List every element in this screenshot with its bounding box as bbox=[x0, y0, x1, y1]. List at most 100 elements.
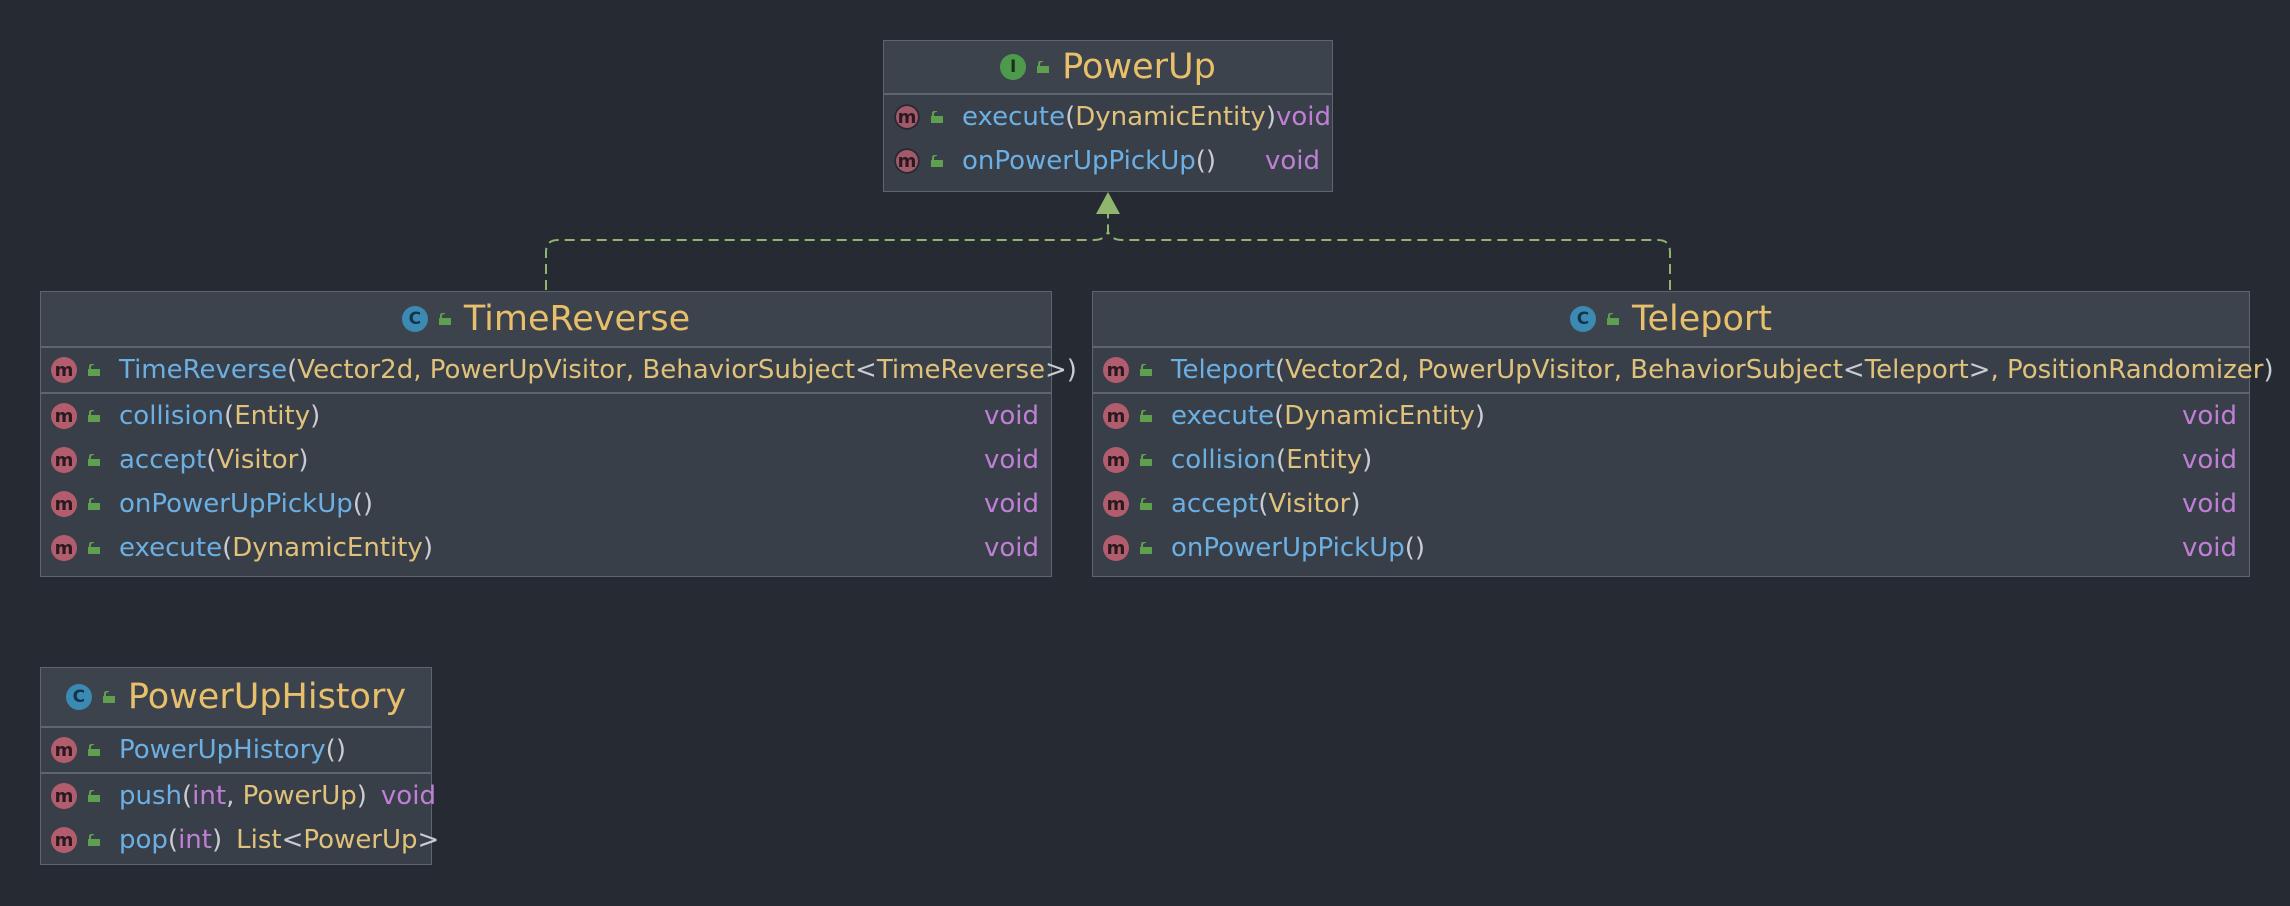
paren-open: ( bbox=[167, 825, 179, 855]
paren-open: ( bbox=[182, 781, 193, 811]
public-lock-icon bbox=[438, 313, 452, 325]
public-lock-icon bbox=[102, 691, 116, 703]
public-lock-icon bbox=[87, 364, 101, 376]
return-type: void bbox=[983, 533, 1039, 563]
method-name: accept bbox=[1171, 489, 1259, 519]
method-row[interactable]: m collision(Entity) void bbox=[1093, 438, 2249, 482]
timereverse-header: C TimeReverse bbox=[41, 292, 1051, 348]
method-icon: m bbox=[51, 737, 77, 763]
method-name: pop bbox=[119, 825, 168, 855]
public-lock-icon bbox=[87, 498, 101, 510]
param-types: Visitor bbox=[216, 445, 299, 475]
paren-open: ( bbox=[1065, 102, 1076, 132]
public-lock-icon bbox=[87, 542, 101, 554]
param-separator: , bbox=[226, 781, 243, 811]
public-lock-icon bbox=[1139, 364, 1153, 376]
teleport-header: C Teleport bbox=[1093, 292, 2249, 348]
paren-open: ( bbox=[206, 445, 217, 475]
paren-open: ( bbox=[325, 735, 336, 765]
method-row[interactable]: m onPowerUpPickUp() void bbox=[884, 139, 1332, 183]
constructor-row[interactable]: m Teleport (Vector2d, PowerUpVisitor, Be… bbox=[1093, 348, 2274, 392]
paren-close: ) bbox=[1474, 401, 1485, 431]
class-icon: C bbox=[401, 306, 428, 332]
method-name: accept bbox=[119, 445, 207, 475]
paren-close: ) bbox=[2263, 355, 2274, 385]
method-name: collision bbox=[1171, 445, 1277, 475]
paren-open: ( bbox=[1274, 401, 1285, 431]
method-row[interactable]: m pop(int) List<PowerUp> bbox=[41, 818, 439, 862]
method-icon: m bbox=[1103, 491, 1129, 517]
method-icon: m bbox=[51, 491, 77, 517]
public-lock-icon bbox=[1139, 542, 1153, 554]
method-row[interactable]: m execute(DynamicEntity) void bbox=[884, 95, 1332, 139]
method-name: onPowerUpPickUp bbox=[1171, 533, 1405, 563]
method-row[interactable]: m execute(DynamicEntity) void bbox=[41, 526, 1051, 570]
paren-close: ) bbox=[1205, 146, 1217, 176]
paren-close: ) bbox=[1265, 102, 1276, 132]
abstract-method-icon: m bbox=[894, 104, 920, 130]
return-generic-arg: PowerUp bbox=[303, 825, 418, 855]
method-icon: m bbox=[51, 447, 77, 473]
timereverse-class-box[interactable]: C TimeReverse m TimeReverse (Vector2d, P… bbox=[40, 291, 1077, 577]
poweruphistory-class-box[interactable]: C PowerUpHistory m PowerUpHistory() m pu… bbox=[40, 667, 439, 865]
teleport-class-box[interactable]: C Teleport m Teleport (Vector2d, PowerUp… bbox=[1092, 291, 2274, 577]
paren-open: ( bbox=[1258, 489, 1269, 519]
param-types: DynamicEntity bbox=[232, 533, 423, 563]
param-types: DynamicEntity bbox=[1284, 401, 1475, 431]
generic-open: < bbox=[1842, 355, 1865, 385]
constructor-row[interactable]: m PowerUpHistory() bbox=[41, 728, 431, 772]
paren-close: ) bbox=[422, 533, 433, 563]
generic-type: TimeReverse bbox=[876, 355, 1045, 385]
param-primitive: int bbox=[192, 781, 227, 811]
return-type: void bbox=[2181, 401, 2237, 431]
generic-close: > bbox=[417, 825, 440, 855]
method-name: execute bbox=[1171, 401, 1275, 431]
public-lock-icon bbox=[1606, 313, 1620, 325]
method-icon: m bbox=[1103, 403, 1129, 429]
method-name: collision bbox=[119, 401, 225, 431]
method-name: execute bbox=[962, 102, 1066, 132]
param-primitive: int bbox=[178, 825, 212, 855]
public-lock-icon bbox=[87, 744, 101, 756]
class-title: TimeReverse bbox=[463, 299, 691, 339]
class-title: PowerUp bbox=[1062, 47, 1216, 87]
param-types: Entity bbox=[234, 401, 311, 431]
method-row[interactable]: m collision(Entity) void bbox=[41, 394, 1051, 438]
return-type: void bbox=[983, 445, 1039, 475]
paren-open: ( bbox=[1276, 445, 1287, 475]
param-types: Vector2d, PowerUpVisitor, BehaviorSubjec… bbox=[297, 355, 856, 385]
param-types: Vector2d, PowerUpVisitor, BehaviorSubjec… bbox=[1285, 355, 1843, 385]
return-type: void bbox=[1275, 102, 1332, 132]
method-row[interactable]: m onPowerUpPickUp() void bbox=[1093, 526, 2249, 570]
method-name: push bbox=[119, 781, 183, 811]
public-lock-icon bbox=[87, 790, 101, 802]
generic-open: < bbox=[281, 825, 304, 855]
abstract-method-icon: m bbox=[894, 148, 920, 174]
class-icon: C bbox=[65, 684, 92, 710]
paren-close: ) bbox=[310, 401, 321, 431]
method-row[interactable]: m accept(Visitor) void bbox=[1093, 482, 2249, 526]
return-type: void bbox=[2181, 533, 2237, 563]
public-lock-icon bbox=[930, 155, 944, 167]
method-row[interactable]: m execute(DynamicEntity) void bbox=[1093, 394, 2249, 438]
paren-close: ) bbox=[1066, 355, 1077, 385]
teleport-implements-line bbox=[1107, 231, 1671, 290]
paren-open: ( bbox=[352, 489, 363, 519]
generic-close: > bbox=[1044, 355, 1067, 385]
paren-open: ( bbox=[224, 401, 235, 431]
return-type: void bbox=[983, 489, 1039, 519]
constructor-row[interactable]: m TimeReverse (Vector2d, PowerUpVisitor,… bbox=[41, 348, 1077, 392]
method-row[interactable]: m onPowerUpPickUp() void bbox=[41, 482, 1051, 526]
method-icon: m bbox=[1103, 357, 1129, 383]
timereverse-implements-line bbox=[545, 214, 1109, 290]
method-row[interactable]: m accept(Visitor) void bbox=[41, 438, 1051, 482]
powerup-header: I PowerUp bbox=[884, 41, 1332, 95]
paren-close: ) bbox=[1350, 489, 1361, 519]
method-row[interactable]: m push(int, PowerUp) void bbox=[41, 774, 436, 818]
method-icon: m bbox=[51, 535, 77, 561]
param-types: Visitor bbox=[1268, 489, 1351, 519]
generic-open: < bbox=[855, 355, 877, 385]
paren-open: ( bbox=[1195, 146, 1206, 176]
return-type: void bbox=[983, 401, 1039, 431]
powerup-interface-box[interactable]: I PowerUp m execute(DynamicEntity) void … bbox=[883, 40, 1333, 192]
